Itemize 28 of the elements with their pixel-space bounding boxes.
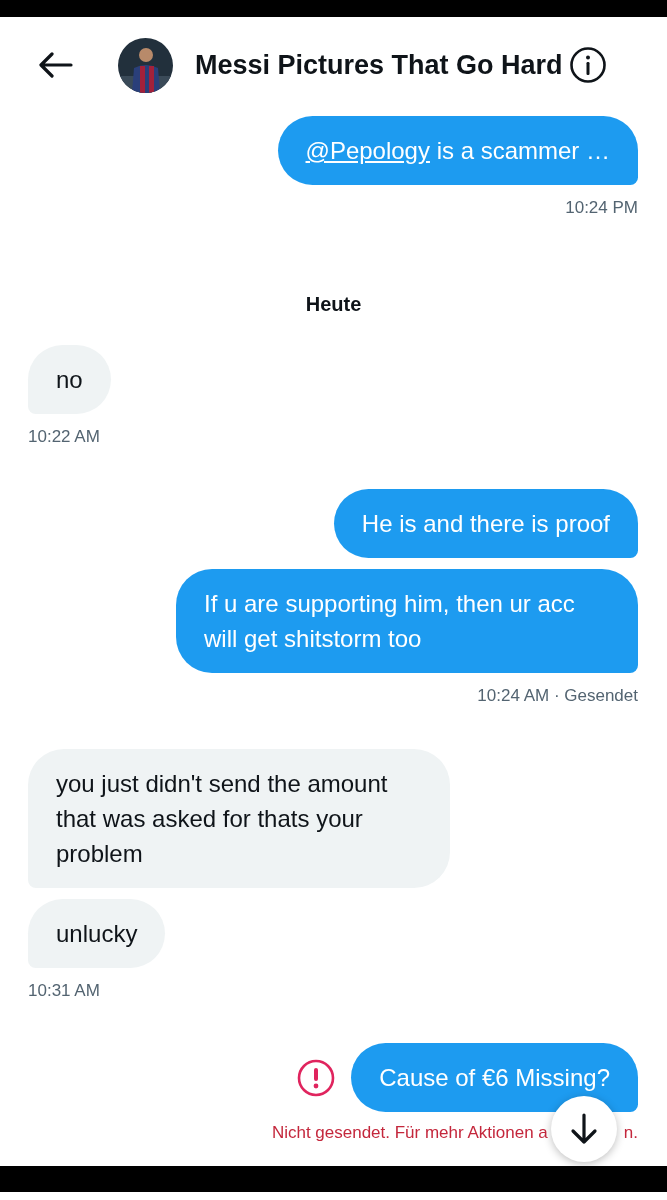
scroll-down-button[interactable] xyxy=(551,1096,617,1162)
timestamp: 10:24 AM · Gesendet xyxy=(477,685,638,707)
error-message: Nicht gesendet. Für mehr Aktionen a xyxy=(271,1122,548,1144)
message-text: no xyxy=(56,365,83,393)
error-icon[interactable] xyxy=(297,1058,336,1097)
timestamp: 10:24 PM xyxy=(565,197,638,219)
date-divider: Heute xyxy=(305,291,362,317)
message-bubble[interactable]: unlucky xyxy=(28,898,166,968)
message-text: Cause of €6 Missing? xyxy=(379,1064,610,1091)
timestamp: 10:22 AM xyxy=(28,425,100,448)
message-text: unlucky xyxy=(56,919,138,947)
info-icon[interactable] xyxy=(568,46,607,84)
message-text: He is and there is proof xyxy=(361,510,610,537)
chat-title: Messi Pictures That Go Hard xyxy=(195,48,563,82)
timestamp: 10:31 AM xyxy=(28,979,100,1002)
message-bubble[interactable]: @Pepology is a scammer … xyxy=(277,116,638,185)
message-text: you just didn't send the amount that was asked for thats your problem xyxy=(56,769,388,867)
back-arrow-icon xyxy=(39,52,73,78)
message-bubble[interactable]: you just didn't send the amount that was asked for thats your problem xyxy=(28,748,450,888)
message-bubble[interactable]: no xyxy=(28,344,111,414)
mention-link[interactable]: @Pepology xyxy=(305,137,430,164)
message-bubble[interactable]: Cause of €6 Missing? xyxy=(351,1043,638,1112)
error-message: n. xyxy=(623,1122,638,1144)
arrow-down-icon xyxy=(570,1113,598,1145)
message-bubble[interactable]: If u are supporting him, then ur acc will get shitstorm too xyxy=(176,569,638,673)
message-text: is a scammer … xyxy=(435,137,610,164)
message-text: If u are supporting him, then ur acc will get shitstorm too xyxy=(204,590,575,652)
message-bubble[interactable]: He is and there is proof xyxy=(333,489,638,558)
